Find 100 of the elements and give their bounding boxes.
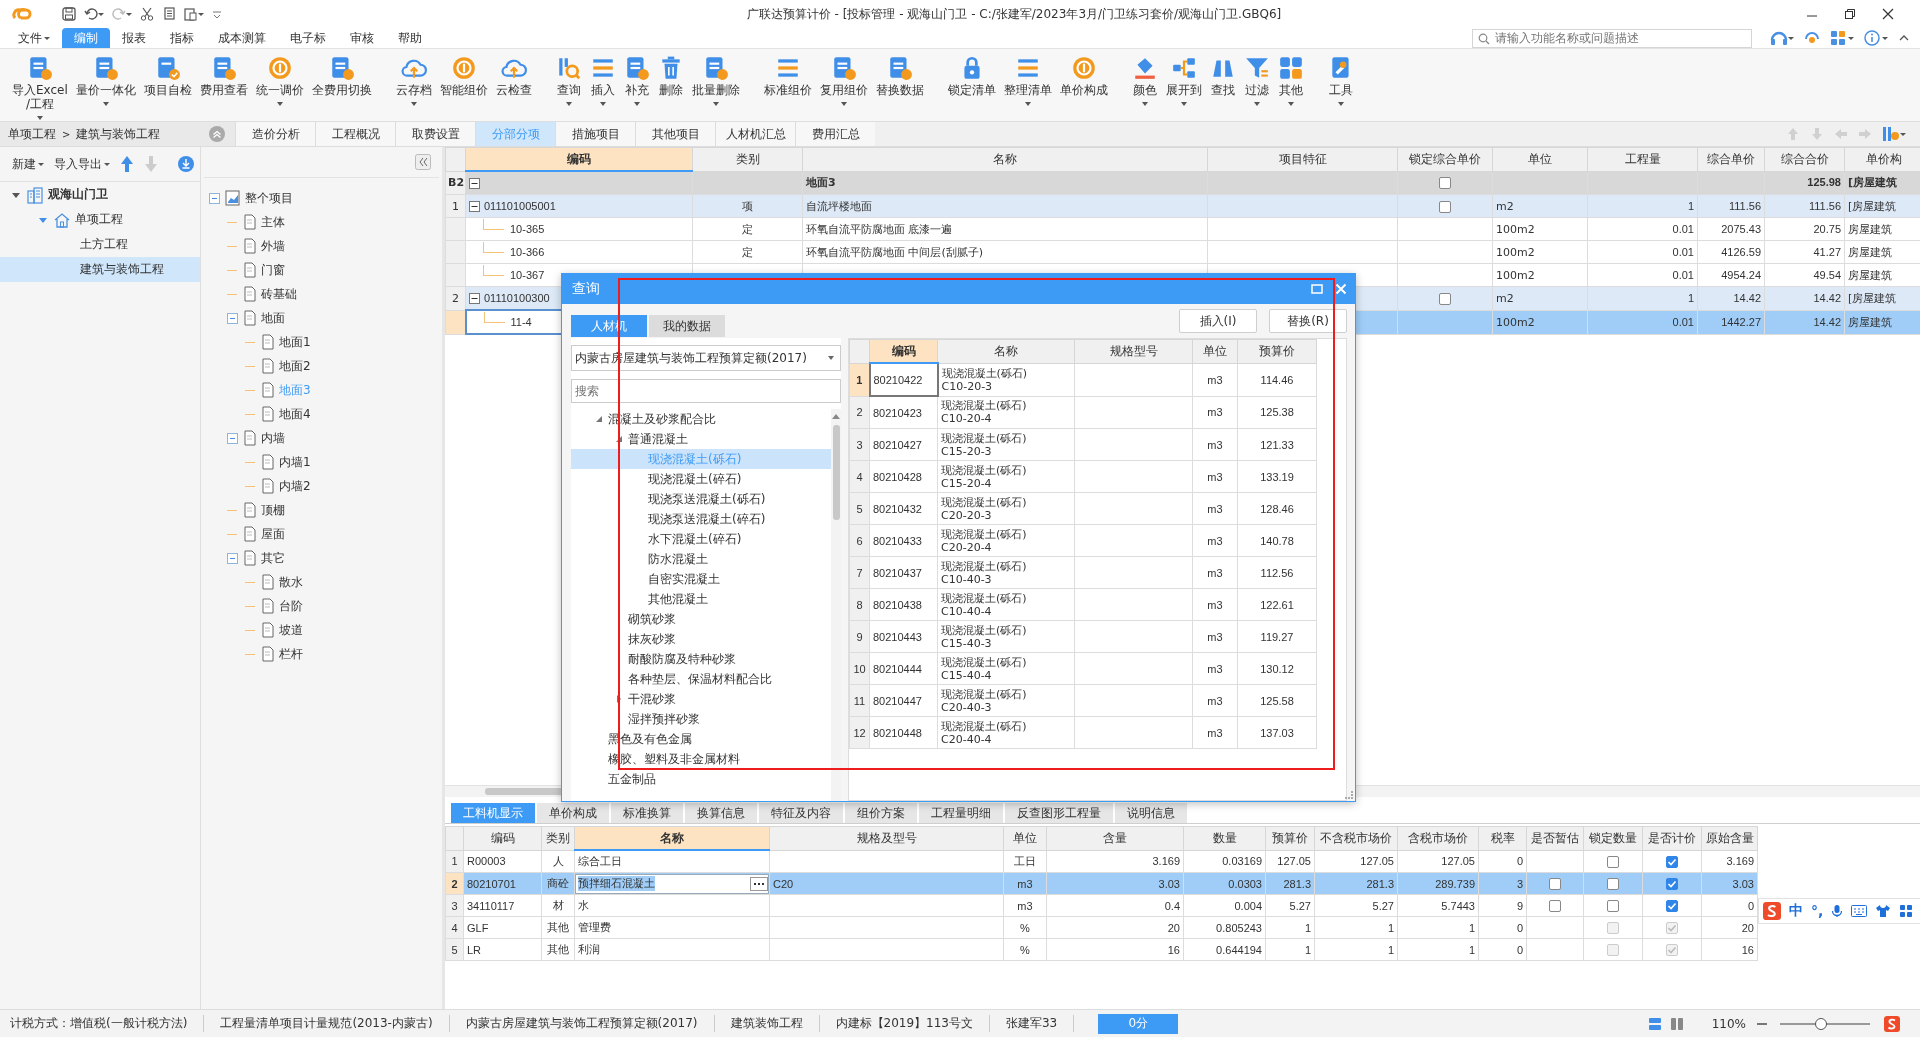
- checkbox[interactable]: [1607, 900, 1619, 913]
- input-mode[interactable]: 中: [1789, 902, 1803, 920]
- toolbar-button[interactable]: 云检查: [491, 55, 536, 97]
- save-icon[interactable]: [62, 7, 76, 21]
- tree-item[interactable]: 外墙: [261, 237, 285, 255]
- collapse-icon[interactable]: [469, 200, 480, 212]
- undo-icon[interactable]: [84, 7, 104, 21]
- tab[interactable]: 其他项目: [635, 122, 715, 146]
- keyboard-icon[interactable]: [1851, 905, 1868, 917]
- tree-item[interactable]: 自密实混凝土: [648, 570, 720, 588]
- download-icon[interactable]: [178, 156, 194, 172]
- tab[interactable]: 说明信息: [1115, 803, 1187, 823]
- tab[interactable]: 组价方案: [845, 803, 917, 823]
- menu-item[interactable]: 报表: [110, 28, 158, 48]
- name-input-field[interactable]: 预拌细石混凝土: [575, 873, 769, 894]
- search-field[interactable]: 请输入功能名称或问题描述: [1472, 28, 1752, 48]
- breadcrumb-item[interactable]: 建筑与装饰工程: [76, 125, 161, 143]
- tree-item[interactable]: 耐酸防腐及特种砂浆: [628, 650, 736, 668]
- toolbar-button[interactable]: 整理清单: [999, 55, 1056, 106]
- tab[interactable]: 措施项目: [555, 122, 635, 146]
- cut-icon[interactable]: [140, 7, 154, 21]
- column-header[interactable]: 含税市场价: [1397, 826, 1479, 850]
- checkbox[interactable]: [1439, 177, 1451, 190]
- column-header[interactable]: 类别: [541, 826, 575, 850]
- tree-item[interactable]: 现浇泵送混凝土(砾石): [648, 490, 766, 508]
- tab[interactable]: 工程概况: [315, 122, 395, 146]
- column-header[interactable]: 不含税市场价: [1314, 826, 1398, 850]
- tree-item[interactable]: 水下混凝土(碎石): [648, 530, 742, 548]
- scroll-up-arrow-icon[interactable]: [832, 413, 840, 419]
- tree-item[interactable]: 砖基础: [261, 285, 297, 303]
- tree-item[interactable]: 砌筑砂浆: [628, 610, 676, 628]
- column-settings-icon[interactable]: [1882, 126, 1906, 142]
- tree-item[interactable]: 现浇泵送混凝土(碎石): [648, 510, 766, 528]
- column-header[interactable]: 名称: [802, 147, 1208, 171]
- resize-grip[interactable]: [1345, 791, 1353, 799]
- toolbar-button[interactable]: 插入: [585, 55, 620, 106]
- tab[interactable]: 换算信息: [685, 803, 757, 823]
- tree-item[interactable]: 建筑与装饰工程: [0, 257, 200, 282]
- column-header[interactable]: 单价构: [1844, 147, 1920, 171]
- tree-item[interactable]: 整个项目: [245, 189, 293, 207]
- scrollbar-thumb[interactable]: [832, 425, 840, 520]
- tab[interactable]: 工程量明细: [919, 803, 1003, 823]
- vertical-scrollbar[interactable]: [831, 409, 841, 801]
- checkbox[interactable]: [1666, 900, 1678, 913]
- toolbar-button[interactable]: 标准组价: [759, 55, 816, 97]
- toolbar-button[interactable]: 量价一体化: [71, 55, 140, 106]
- column-header[interactable]: 预算价: [1265, 826, 1315, 850]
- tree-item[interactable]: 土方工程: [0, 232, 200, 257]
- insert-button[interactable]: 插入(I): [1179, 309, 1257, 333]
- toolbar-button[interactable]: 锁定清单: [943, 55, 1000, 97]
- toolbar-button[interactable]: 单价构成: [1055, 55, 1112, 97]
- tab[interactable]: 特征及内容: [759, 803, 843, 823]
- column-header[interactable]: 工程量: [1587, 147, 1698, 171]
- toolbar-button[interactable]: 补充: [619, 55, 654, 106]
- microphone-icon[interactable]: [1831, 904, 1844, 918]
- breadcrumb-item[interactable]: 单项工程: [8, 125, 56, 143]
- column-header[interactable]: 是否计价: [1642, 826, 1702, 850]
- view-toggle[interactable]: [1669, 1016, 1684, 1031]
- toolbar-button[interactable]: 全费用切换: [307, 55, 376, 97]
- menu-item[interactable]: 文件: [6, 28, 62, 48]
- tree-item[interactable]: 五金制品: [608, 770, 656, 788]
- toolbar-button[interactable]: 查找: [1205, 55, 1240, 97]
- column-header[interactable]: 锁定数量: [1583, 826, 1643, 850]
- toolbar-button[interactable]: 颜色: [1127, 55, 1162, 106]
- tab[interactable]: 造价分析: [235, 122, 315, 146]
- column-header[interactable]: 单位: [1492, 147, 1588, 171]
- column-header[interactable]: 名称: [937, 339, 1075, 363]
- toolbar-button[interactable]: 展开到: [1161, 55, 1206, 106]
- punctuation-mode[interactable]: °,: [1811, 903, 1824, 919]
- tab[interactable]: 费用汇总: [795, 122, 875, 146]
- ime-toolbar[interactable]: 中 °,: [1758, 898, 1920, 924]
- tab[interactable]: 我的数据: [649, 315, 725, 337]
- tab[interactable]: 取费设置: [395, 122, 475, 146]
- checkbox[interactable]: [1549, 900, 1561, 913]
- toolbar-button[interactable]: 费用查看: [195, 55, 252, 97]
- column-header[interactable]: 综合单价: [1697, 147, 1765, 171]
- tab[interactable]: 反查图形工程量: [1005, 803, 1113, 823]
- tree-item[interactable]: 普通混凝土: [628, 430, 688, 448]
- expand-arrow-icon[interactable]: [615, 695, 623, 703]
- tree-item[interactable]: 地面1: [279, 333, 311, 351]
- apps-icon[interactable]: [1830, 30, 1854, 46]
- ime-logo-icon[interactable]: [1884, 1015, 1900, 1032]
- toolbar-button[interactable]: 删除: [653, 55, 688, 97]
- tab[interactable]: 人材机汇总: [715, 122, 795, 146]
- checkbox[interactable]: [1607, 878, 1619, 891]
- tree-item[interactable]: 内墙: [261, 429, 285, 447]
- column-header[interactable]: 项目特征: [1207, 147, 1398, 171]
- collapse-icon[interactable]: [469, 177, 480, 189]
- tree-item[interactable]: 屋面: [261, 525, 285, 543]
- shirt-icon[interactable]: [1875, 904, 1892, 918]
- checkbox[interactable]: [1439, 292, 1451, 305]
- tree-item[interactable]: 干混砂浆: [628, 690, 676, 708]
- column-header[interactable]: 规格型号: [1074, 339, 1193, 363]
- column-header[interactable]: 名称: [574, 826, 770, 850]
- column-header[interactable]: 是否暂估: [1526, 826, 1584, 850]
- toolbar-button[interactable]: 工具: [1323, 55, 1358, 106]
- tree-item[interactable]: 地面4: [279, 405, 311, 423]
- move-up-icon[interactable]: [120, 155, 134, 173]
- collapse-icon[interactable]: [469, 292, 480, 304]
- maximize-icon[interactable]: [1311, 283, 1323, 295]
